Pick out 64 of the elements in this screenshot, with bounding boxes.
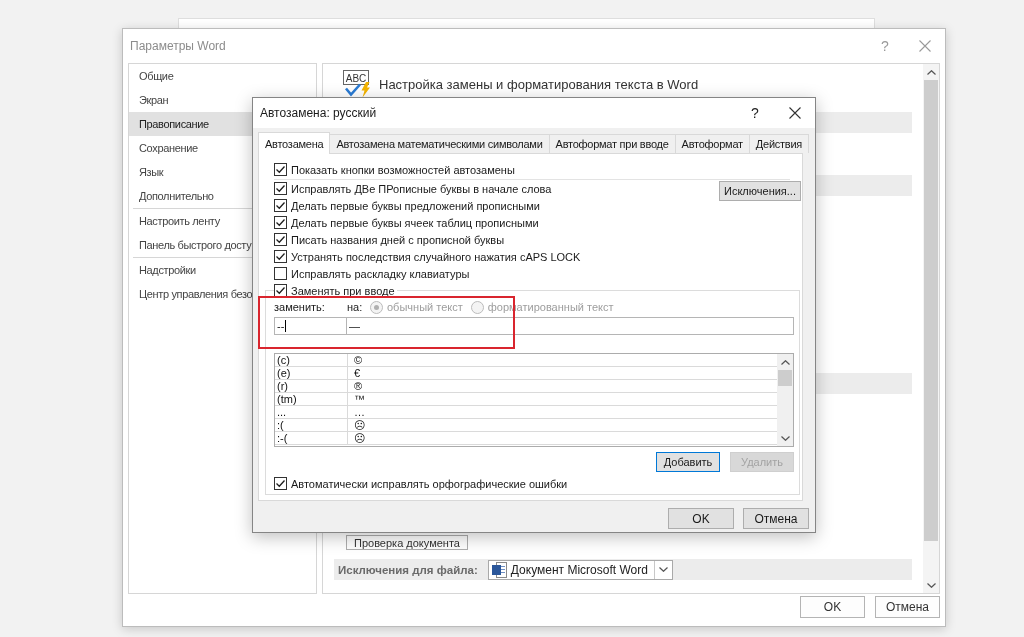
table-cell-text: ™ [353,393,366,405]
table-cell-text: ☹ [353,419,366,431]
help-button[interactable]: ? [735,101,775,125]
chevron-down-icon [926,582,936,588]
checkbox[interactable] [274,182,287,195]
checkbox-label: Заменять при вводе [291,284,395,297]
window-title: Параметры Word [129,39,227,53]
checkbox-label: Делать первые буквы ячеек таблиц прописными [291,216,539,229]
file-dropdown[interactable]: Документ Microsoft Word [487,559,673,580]
close-icon [789,107,801,119]
checkbox[interactable] [274,477,287,490]
file-exceptions-label: Исключения для файла: [338,563,478,576]
chevron-up-icon [780,359,790,365]
ok-button[interactable]: OK [668,508,734,529]
table-cell: (c) [275,354,348,366]
table-cell: :-( [275,432,348,444]
checkbox-label: Устранять последствия случайного нажатия cAPS LOCK [291,250,581,263]
table-cell-text: ® [353,380,364,392]
scrollbar-thumb[interactable] [924,80,938,541]
table-cell-text: € [353,367,362,379]
field-label: заменить: [274,301,326,313]
table-cell: (r) [275,380,348,392]
document-icon [491,561,507,578]
text-cursor-icon [285,320,287,332]
checkbox[interactable] [274,216,287,229]
checkbox[interactable] [274,199,287,212]
replace-field[interactable]: -- [274,317,347,335]
tab[interactable]: Автоформат при вводе [548,134,676,153]
chevron-down-icon [780,435,790,441]
checkbox-label: Писать названия дней с прописной буквы [291,233,505,246]
table-cell-text: ☹ [353,432,366,444]
chevron-up-icon [926,69,936,75]
add-button[interactable]: Добавить [656,452,720,472]
table-cell: ... [275,406,348,418]
checkbox-label: Показать кнопки возможностей автозамены [291,163,515,176]
radio-label: обычный текст [387,301,463,313]
with-field[interactable]: — [347,317,794,335]
exceptions-button[interactable]: Исключения... [719,181,801,201]
cancel-button[interactable]: Отмена [743,508,809,529]
check-document-button[interactable]: Проверка документа [346,535,468,550]
checkbox[interactable] [274,233,287,246]
tab[interactable]: Действия [748,134,810,153]
cancel-button[interactable]: Отмена [875,596,940,618]
table-cell: (e) [275,367,348,379]
checkbox[interactable] [274,267,287,280]
table-cell-text: … [353,406,366,418]
checkbox-label: Автоматически исправлять орфографические ошибки [291,477,568,490]
chevron-down-icon [658,567,668,572]
tab[interactable]: Автоформат [674,134,750,153]
scrollbar-thumb[interactable] [778,370,792,386]
ok-button[interactable]: OK [800,596,865,618]
checkbox[interactable] [274,250,287,263]
field-label: на: [347,301,362,313]
close-icon [919,40,931,52]
checkbox-label: Исправлять раскладку клавиатуры [291,267,470,280]
table-cell: :( [275,419,348,431]
section-title: Настройка замены и форматирования текста в Word [379,76,699,92]
tab[interactable]: Автозамена [258,132,331,154]
checkbox-label: Делать первые буквы предложений прописными [291,199,540,212]
checkbox[interactable] [274,163,287,176]
sidebar-item[interactable]: Общие [129,64,316,88]
checkbox-label: Исправлять ДВе ПРописные буквы в начале слова [291,182,552,195]
table-cell: (tm) [275,393,348,405]
table-cell-text: © [353,354,364,366]
